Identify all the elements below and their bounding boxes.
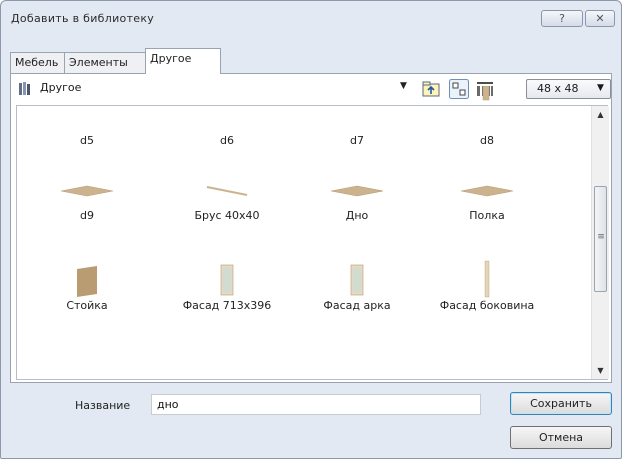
vertical-panel-thumbnail (482, 86, 490, 101)
scroll-up-icon[interactable]: ▲ (592, 106, 609, 123)
library-item[interactable]: d8 (417, 86, 557, 156)
flat-board-thumbnail (460, 185, 514, 197)
library-item[interactable]: Фасад 713x396 (157, 251, 297, 321)
library-item[interactable]: d5 (17, 86, 157, 156)
library-item-label: Дно (345, 209, 369, 222)
library-item[interactable]: Стойка (17, 251, 157, 321)
tab-elements[interactable]: Элементы (64, 52, 146, 73)
library-item-label: Фасад боковина (439, 299, 535, 312)
library-item-label: Брус 40x40 (194, 209, 260, 222)
facade-thumbnail (350, 264, 364, 296)
close-icon: ✕ (595, 12, 605, 25)
chevron-down-icon: ▼ (597, 83, 604, 93)
tab-other[interactable]: Другое (145, 48, 221, 74)
side-panel-thumbnail (484, 260, 490, 298)
scroll-thumb[interactable]: ≡ (594, 186, 607, 292)
dialog-window: Добавить в библиотеку ? ✕ Мебель Элемент… (0, 0, 622, 459)
library-item-label: d7 (350, 134, 364, 147)
name-input[interactable] (151, 394, 481, 415)
library-item[interactable]: Фасад боковина (417, 251, 557, 321)
library-item[interactable]: Полка (417, 161, 557, 231)
library-item[interactable]: d6 (157, 86, 297, 156)
scroll-down-icon[interactable]: ▼ (592, 362, 609, 379)
stand-thumbnail (77, 266, 97, 297)
library-item[interactable]: Брус 40x40 (157, 161, 297, 231)
facade-thumbnail (220, 264, 234, 296)
save-button[interactable]: Сохранить (510, 392, 612, 415)
close-button[interactable]: ✕ (585, 10, 615, 27)
flat-board-thumbnail (60, 185, 114, 197)
title-bar: Добавить в библиотеку ? ✕ (1, 1, 621, 41)
help-button[interactable]: ? (541, 10, 583, 27)
library-item[interactable]: Фасад арка (287, 251, 427, 321)
grip-icon: ≡ (597, 232, 605, 242)
library-item-label: d9 (80, 209, 94, 222)
library-item[interactable]: d7 (287, 86, 427, 156)
library-item[interactable]: d9 (17, 161, 157, 231)
library-item-label: Фасад 713x396 (182, 299, 272, 312)
flat-board-thumbnail (330, 185, 384, 197)
help-icon: ? (559, 12, 565, 25)
library-item-label: Полка (469, 209, 505, 222)
library-item-label: d5 (80, 134, 94, 147)
library-item-label: Фасад арка (323, 299, 391, 312)
library-item[interactable]: Дно (287, 161, 427, 231)
library-item-label: Стойка (66, 299, 108, 312)
tab-panel: Другое ▼ 48 x 48 ▼ d5 d6 d7 d8 d9 Брус 4… (10, 73, 612, 383)
beam-thumbnail (206, 186, 248, 196)
tab-furniture[interactable]: Мебель (10, 52, 65, 73)
vertical-scrollbar[interactable]: ▲ ≡ ▼ (591, 106, 609, 379)
library-item-label: d8 (480, 134, 494, 147)
window-title: Добавить в библиотеку (11, 12, 155, 25)
library-item-label: d6 (220, 134, 234, 147)
cancel-button[interactable]: Отмена (510, 426, 612, 449)
name-label: Название (75, 399, 131, 412)
library-list[interactable]: d5 d6 d7 d8 d9 Брус 40x40 Дно Полка Стойка Фасад … (16, 86, 609, 380)
